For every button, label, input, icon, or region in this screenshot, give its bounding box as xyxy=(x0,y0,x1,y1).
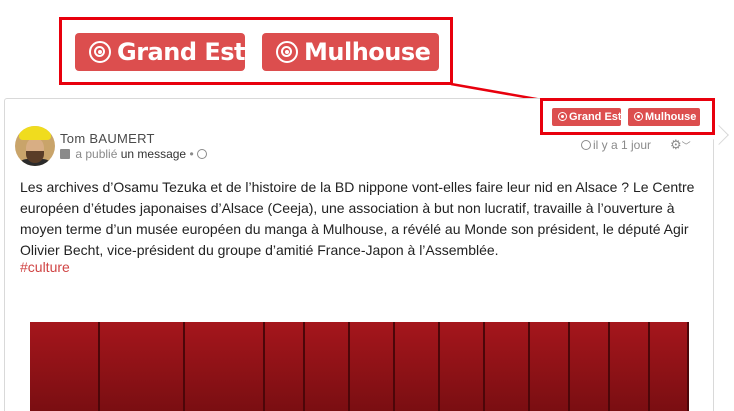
target-icon xyxy=(89,41,111,63)
target-icon xyxy=(634,112,643,121)
post-time[interactable]: il y a 1 jour xyxy=(581,138,651,152)
avatar[interactable] xyxy=(15,126,55,166)
zoom-tag-label: Grand Est xyxy=(117,38,246,66)
hashtag-link[interactable]: #culture xyxy=(20,259,70,275)
tag-label: Mulhouse xyxy=(645,111,697,123)
zoom-tag-label: Mulhouse xyxy=(304,38,431,66)
message-link[interactable]: un message xyxy=(121,147,186,161)
tag-mulhouse[interactable]: Mulhouse xyxy=(628,108,700,126)
post-image[interactable] xyxy=(30,322,689,411)
globe-icon[interactable] xyxy=(197,149,207,159)
tag-grand-est[interactable]: Grand Est xyxy=(552,108,622,126)
target-icon xyxy=(276,41,298,63)
pencil-icon xyxy=(60,149,70,159)
clock-icon xyxy=(581,140,591,150)
author-name[interactable]: Tom BAUMERT xyxy=(60,131,155,146)
post-text: Les archives d’Osamu Tezuka et de l’hist… xyxy=(20,179,695,258)
zoom-callout: Grand Est Mulhouse xyxy=(59,17,453,85)
meta-prefix: a publié xyxy=(75,147,118,161)
target-icon xyxy=(558,112,567,121)
post-meta: a publié un message • xyxy=(60,147,207,161)
time-label: il y a 1 jour xyxy=(593,138,652,152)
gear-icon: ⚙ xyxy=(670,137,682,152)
settings-menu[interactable]: ⚙﹀ xyxy=(670,137,691,153)
meta-separator: • xyxy=(189,147,194,161)
zoom-tag-mulhouse: Mulhouse xyxy=(262,33,439,71)
chevron-down-icon: ﹀ xyxy=(681,141,691,151)
zoom-tag-grand-est: Grand Est xyxy=(75,33,246,71)
tag-label: Grand Est xyxy=(569,111,622,123)
